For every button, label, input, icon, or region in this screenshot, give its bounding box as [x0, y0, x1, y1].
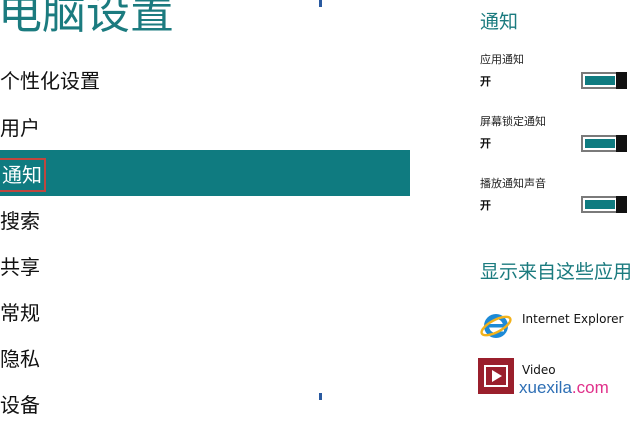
app-notifications-toggle[interactable]	[581, 72, 627, 89]
app-row-internet-explorer[interactable]: Internet Explorer	[478, 307, 638, 343]
section-title-apps: 显示来自这些应用	[480, 261, 633, 283]
sidebar-item-share[interactable]: 共享	[0, 242, 410, 288]
toggle-fill	[585, 200, 615, 209]
video-icon	[478, 358, 514, 394]
watermark: xuexila.com	[519, 377, 609, 399]
sidebar-item-users[interactable]: 用户	[0, 103, 410, 149]
toggle-fill	[585, 139, 615, 148]
column-divider-mark	[319, 0, 322, 7]
setting-label-app-notifications: 应用通知	[480, 53, 524, 66]
column-divider-mark	[319, 393, 322, 400]
toggle-thumb[interactable]	[616, 196, 627, 213]
setting-state-app-notifications: 开	[480, 75, 491, 88]
sidebar-item-label: 通知	[0, 157, 46, 192]
toggle-thumb[interactable]	[616, 135, 627, 152]
sidebar-item-privacy[interactable]: 隐私	[0, 334, 410, 380]
app-name: Video	[522, 363, 556, 377]
app-name: Internet Explorer	[522, 312, 624, 326]
sidebar-item-label: 共享	[0, 254, 40, 279]
setting-state-notification-sounds: 开	[480, 199, 491, 212]
setting-label-lock-screen-notifications: 屏幕锁定通知	[480, 115, 546, 128]
internet-explorer-icon	[480, 314, 512, 338]
sidebar-item-label: 常规	[0, 300, 40, 325]
page-title: 电脑设置	[0, 0, 174, 39]
sidebar-item-personalize[interactable]: 个性化设置	[0, 56, 410, 102]
lock-screen-notifications-toggle[interactable]	[581, 135, 627, 152]
sidebar-item-notifications[interactable]: 通知	[0, 150, 410, 196]
sidebar-item-label: 设备	[0, 392, 40, 417]
sidebar-item-general[interactable]: 常规	[0, 288, 410, 334]
toggle-fill	[585, 76, 615, 85]
toggle-thumb[interactable]	[616, 72, 627, 89]
sidebar-item-label: 搜索	[0, 208, 40, 233]
sidebar-item-label: 用户	[0, 115, 40, 140]
setting-label-notification-sounds: 播放通知声音	[480, 177, 546, 190]
notification-sounds-toggle[interactable]	[581, 196, 627, 213]
watermark-text: xuexila	[519, 378, 572, 397]
sidebar-item-label: 隐私	[0, 346, 40, 371]
section-title-notifications: 通知	[480, 11, 519, 33]
setting-state-lock-screen-notifications: 开	[480, 137, 491, 150]
sidebar-item-devices[interactable]: 设备	[0, 380, 410, 426]
sidebar-item-search[interactable]: 搜索	[0, 196, 410, 242]
watermark-suffix: .com	[571, 378, 609, 397]
sidebar-item-label: 个性化设置	[0, 68, 100, 93]
